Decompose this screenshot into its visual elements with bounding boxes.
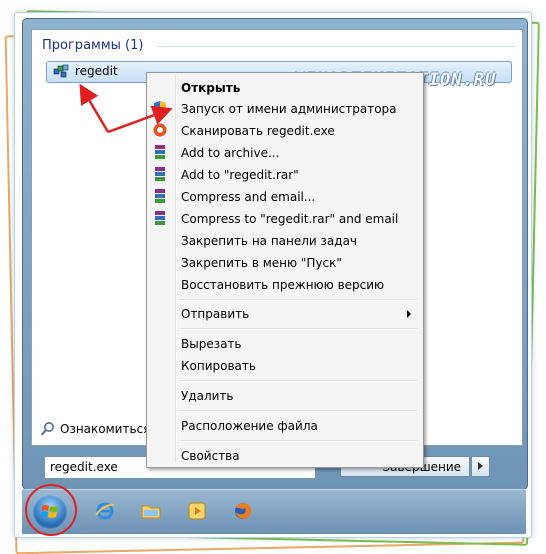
start-orb-highlight-circle xyxy=(25,484,77,536)
menu-separator xyxy=(179,299,417,301)
winrar-icon xyxy=(155,189,165,203)
menu-item-compress-email[interactable]: Compress and email... xyxy=(181,190,315,204)
menu-item-add-to-archive[interactable]: Add to archive... xyxy=(181,146,279,160)
winrar-icon xyxy=(155,167,165,181)
menu-item-run-as-admin[interactable]: Запуск от имени администратора xyxy=(181,102,397,116)
menu-item-delete[interactable]: Удалить xyxy=(181,389,234,403)
menu-separator xyxy=(179,410,417,412)
menu-item-cut[interactable]: Вырезать xyxy=(181,337,242,351)
menu-separator xyxy=(179,380,417,382)
menu-item-compress-rar-email[interactable]: Compress to "regedit.rar" and email xyxy=(181,212,398,226)
internet-explorer-icon[interactable] xyxy=(94,500,116,522)
submenu-arrow-icon xyxy=(407,310,411,318)
winrar-icon xyxy=(155,211,165,225)
antivirus-scan-icon xyxy=(153,123,167,137)
program-item-label: regedit xyxy=(75,64,118,78)
menu-item-pin-start[interactable]: Закрепить в меню "Пуск" xyxy=(181,256,342,270)
menu-separator xyxy=(179,328,417,330)
search-icon xyxy=(40,422,54,436)
uac-shield-icon xyxy=(154,101,166,115)
menu-item-properties[interactable]: Свойства xyxy=(181,449,240,463)
menu-separator xyxy=(179,440,417,442)
menu-item-open[interactable]: Открыть xyxy=(181,81,240,95)
programs-section-title: Программы (1) xyxy=(42,38,144,53)
menu-item-add-to-rar[interactable]: Add to "regedit.rar" xyxy=(181,168,299,182)
firefox-icon[interactable] xyxy=(232,500,254,522)
folder-icon[interactable] xyxy=(140,500,162,522)
media-player-icon[interactable] xyxy=(186,500,208,522)
menu-icon-gutter xyxy=(175,75,177,463)
winrar-icon xyxy=(155,145,165,159)
menu-item-send-to[interactable]: Отправить xyxy=(181,307,249,321)
context-menu: Открыть Запуск от имени администратора С… xyxy=(146,72,424,468)
shutdown-options-button[interactable] xyxy=(471,456,490,477)
menu-item-copy[interactable]: Копировать xyxy=(181,359,256,373)
menu-item-file-location[interactable]: Расположение файла xyxy=(181,419,318,433)
menu-item-scan[interactable]: Сканировать regedit.exe xyxy=(181,124,335,138)
section-divider xyxy=(156,46,516,47)
menu-item-pin-taskbar[interactable]: Закрепить на панели задач xyxy=(181,234,357,248)
regedit-icon xyxy=(53,64,69,78)
menu-item-restore-previous[interactable]: Восстановить прежнюю версию xyxy=(181,278,384,292)
